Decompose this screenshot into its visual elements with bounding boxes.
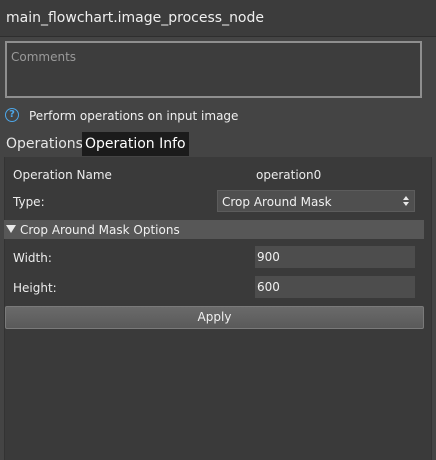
width-label: Width: [13, 251, 52, 265]
type-label: Type: [13, 195, 45, 209]
height-value: 600 [257, 280, 280, 294]
type-select-value: Crop Around Mask [222, 195, 332, 209]
width-value: 900 [257, 250, 280, 264]
comments-placeholder: Comments [11, 50, 77, 64]
height-label: Height: [13, 281, 57, 295]
crop-options-section-header[interactable]: Crop Around Mask Options [4, 220, 424, 239]
comments-field[interactable]: Comments [5, 41, 422, 98]
help-icon[interactable]: ? [5, 108, 19, 122]
node-properties-panel: main_flowchart.image_process_node Commen… [0, 0, 436, 460]
operation-name-label: Operation Name [13, 168, 112, 182]
node-title: main_flowchart.image_process_node [6, 10, 265, 26]
title-bar: main_flowchart.image_process_node [0, 0, 436, 37]
width-field[interactable]: 900 [255, 246, 415, 268]
node-description: Perform operations on input image [29, 109, 239, 123]
section-title: Crop Around Mask Options [20, 223, 180, 237]
updown-arrows-icon [403, 196, 409, 206]
tab-operation-info[interactable]: Operation Info [82, 132, 189, 156]
operation-name-value: operation0 [256, 168, 322, 182]
type-select[interactable]: Crop Around Mask [217, 190, 415, 212]
apply-button[interactable]: Apply [5, 306, 424, 329]
tab-operations[interactable]: Operations [2, 132, 87, 156]
triangle-down-icon [6, 225, 16, 233]
height-field[interactable]: 600 [255, 276, 415, 298]
